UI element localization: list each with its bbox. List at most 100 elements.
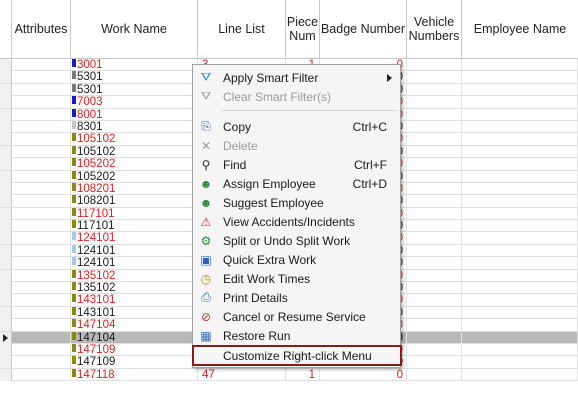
attributes-cell[interactable]	[12, 319, 71, 332]
work-name-cell[interactable]: 147118	[71, 368, 198, 381]
attributes-cell[interactable]	[12, 182, 71, 195]
row-selector[interactable]	[0, 282, 12, 295]
row-selector[interactable]	[0, 331, 12, 344]
column-header-attributes[interactable]: Attributes	[12, 0, 71, 58]
menu-item-edit-work-times[interactable]: ◷ Edit Work Times	[193, 269, 400, 288]
table-row[interactable]: 147118 47 1 0	[0, 368, 578, 382]
employee-name-cell[interactable]	[462, 120, 578, 133]
line-list-cell[interactable]: 47	[198, 368, 286, 381]
work-name-cell[interactable]: 3001	[71, 59, 198, 71]
work-name-cell[interactable]: 117101	[71, 207, 198, 220]
menu-item-restore-run[interactable]: ▦ Restore Run	[193, 326, 400, 345]
employee-name-cell[interactable]	[462, 368, 578, 381]
row-selector[interactable]	[0, 294, 12, 307]
vehicle-numbers-cell[interactable]	[407, 306, 462, 319]
menu-item-delete[interactable]: ✕ Delete	[193, 136, 400, 155]
row-selector[interactable]	[0, 71, 12, 84]
employee-name-cell[interactable]	[462, 145, 578, 158]
work-name-cell[interactable]: 147109	[71, 343, 198, 356]
attributes-cell[interactable]	[12, 120, 71, 133]
vehicle-numbers-cell[interactable]	[407, 133, 462, 146]
employee-name-cell[interactable]	[462, 59, 578, 71]
vehicle-numbers-cell[interactable]	[407, 71, 462, 84]
menu-item-cancel-or-resume-service[interactable]: ⊘ Cancel or Resume Service	[193, 307, 400, 326]
row-selector[interactable]	[0, 244, 12, 257]
employee-name-cell[interactable]	[462, 83, 578, 96]
employee-name-cell[interactable]	[462, 244, 578, 257]
menu-item-view-accidents-incidents[interactable]: ⚠ View Accidents/Incidents	[193, 212, 400, 231]
attributes-cell[interactable]	[12, 195, 71, 208]
vehicle-numbers-cell[interactable]	[407, 170, 462, 183]
work-name-cell[interactable]: 147104	[71, 331, 198, 344]
vehicle-numbers-cell[interactable]	[407, 331, 462, 344]
vehicle-numbers-cell[interactable]	[407, 356, 462, 369]
work-name-cell[interactable]: 135102	[71, 282, 198, 295]
column-header-badge-number[interactable]: Badge Number	[320, 0, 407, 58]
badge-number-cell[interactable]: 0	[320, 368, 407, 381]
vehicle-numbers-cell[interactable]	[407, 108, 462, 121]
attributes-cell[interactable]	[12, 269, 71, 282]
menu-item-suggest-employee[interactable]: ☻ Suggest Employee	[193, 193, 400, 212]
attributes-cell[interactable]	[12, 158, 71, 171]
attributes-cell[interactable]	[12, 71, 71, 84]
work-name-cell[interactable]: 105202	[71, 170, 198, 183]
row-selector[interactable]	[0, 195, 12, 208]
attributes-cell[interactable]	[12, 133, 71, 146]
vehicle-numbers-cell[interactable]	[407, 96, 462, 109]
employee-name-cell[interactable]	[462, 133, 578, 146]
employee-name-cell[interactable]	[462, 331, 578, 344]
employee-name-cell[interactable]	[462, 282, 578, 295]
employee-name-cell[interactable]	[462, 195, 578, 208]
employee-name-cell[interactable]	[462, 71, 578, 84]
employee-name-cell[interactable]	[462, 108, 578, 121]
work-name-cell[interactable]: 8001	[71, 108, 198, 121]
attributes-cell[interactable]	[12, 282, 71, 295]
vehicle-numbers-cell[interactable]	[407, 294, 462, 307]
attributes-cell[interactable]	[12, 331, 71, 344]
work-name-cell[interactable]: 124101	[71, 244, 198, 257]
row-selector[interactable]	[0, 232, 12, 245]
work-name-cell[interactable]: 105102	[71, 133, 198, 146]
row-selector[interactable]	[0, 133, 12, 146]
employee-name-cell[interactable]	[462, 294, 578, 307]
vehicle-numbers-cell[interactable]	[407, 282, 462, 295]
vehicle-numbers-cell[interactable]	[407, 120, 462, 133]
vehicle-numbers-cell[interactable]	[407, 257, 462, 270]
column-header-vehicle-numbers[interactable]: Vehicle Numbers	[407, 0, 462, 58]
attributes-cell[interactable]	[12, 96, 71, 109]
employee-name-cell[interactable]	[462, 96, 578, 109]
employee-name-cell[interactable]	[462, 343, 578, 356]
vehicle-numbers-cell[interactable]	[407, 145, 462, 158]
work-name-cell[interactable]: 143101	[71, 306, 198, 319]
vehicle-numbers-cell[interactable]	[407, 269, 462, 282]
row-selector[interactable]	[0, 182, 12, 195]
menu-item-find[interactable]: ⚲ Find Ctrl+F	[193, 155, 400, 174]
attributes-cell[interactable]	[12, 343, 71, 356]
work-name-cell[interactable]: 5301	[71, 83, 198, 96]
row-selector[interactable]	[0, 319, 12, 332]
piece-num-cell[interactable]: 1	[286, 368, 320, 381]
employee-name-cell[interactable]	[462, 158, 578, 171]
attributes-cell[interactable]	[12, 83, 71, 96]
employee-name-cell[interactable]	[462, 257, 578, 270]
row-selector[interactable]	[0, 108, 12, 121]
attributes-cell[interactable]	[12, 257, 71, 270]
row-selector[interactable]	[0, 207, 12, 220]
row-selector[interactable]	[0, 368, 12, 381]
vehicle-numbers-cell[interactable]	[407, 158, 462, 171]
vehicle-numbers-cell[interactable]	[407, 343, 462, 356]
vehicle-numbers-cell[interactable]	[407, 182, 462, 195]
vehicle-numbers-cell[interactable]	[407, 83, 462, 96]
work-name-cell[interactable]: 135102	[71, 269, 198, 282]
menu-item-assign-employee[interactable]: ☻ Assign Employee Ctrl+D	[193, 174, 400, 193]
menu-item-print-details[interactable]: ⎙ Print Details	[193, 288, 400, 307]
work-name-cell[interactable]: 147109	[71, 356, 198, 369]
vehicle-numbers-cell[interactable]	[407, 368, 462, 381]
work-name-cell[interactable]: 8301	[71, 120, 198, 133]
menu-item-customize-right-click-menu[interactable]: Customize Right-click Menu	[193, 346, 400, 365]
employee-name-cell[interactable]	[462, 269, 578, 282]
row-selector[interactable]	[0, 83, 12, 96]
employee-name-cell[interactable]	[462, 319, 578, 332]
vehicle-numbers-cell[interactable]	[407, 220, 462, 233]
attributes-cell[interactable]	[12, 108, 71, 121]
